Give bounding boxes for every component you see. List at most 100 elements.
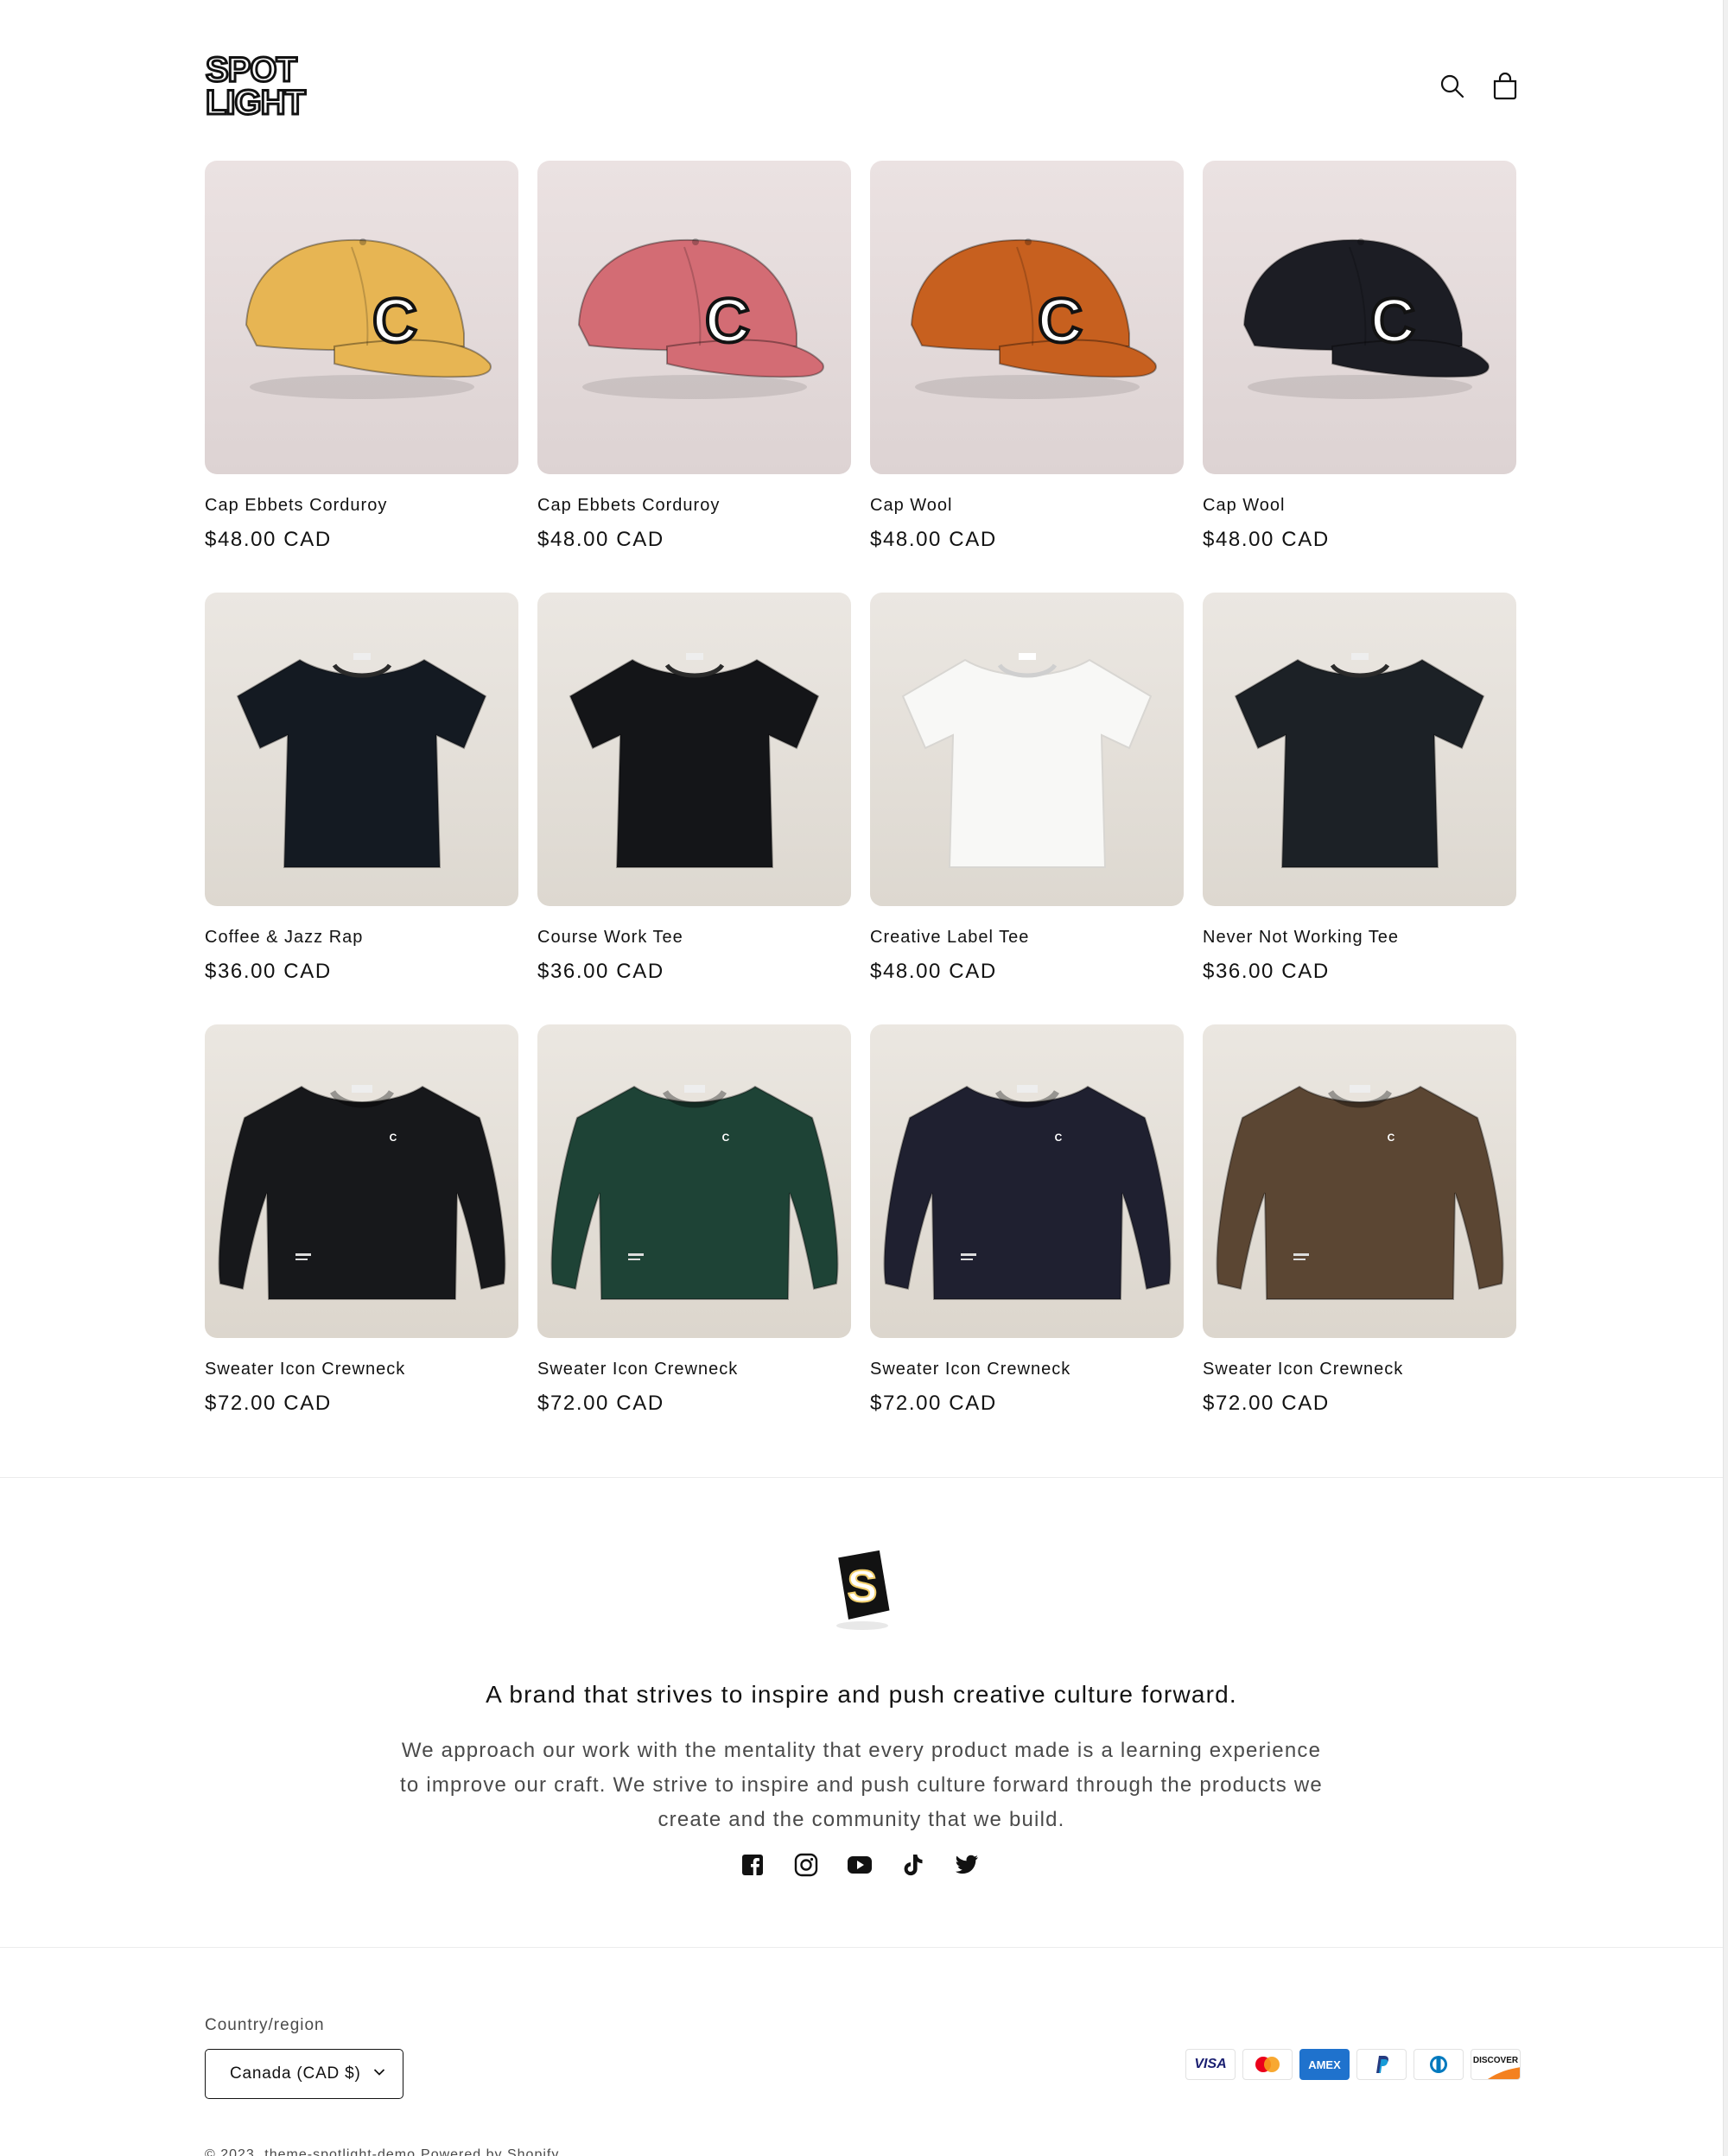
discover-icon: DISCOVER (1471, 2049, 1521, 2080)
product-illustration: C (1203, 161, 1516, 474)
product-card[interactable]: C Sweater Icon Crewneck $72.00 CAD (1203, 1024, 1516, 1456)
product-card[interactable]: C Cap Ebbets Corduroy $48.00 CAD (205, 161, 518, 593)
brand-mark-icon: S (828, 1548, 897, 1631)
twitter-icon[interactable] (950, 1848, 983, 1881)
product-image[interactable]: C (1203, 161, 1516, 474)
product-price: $36.00 CAD (537, 960, 664, 983)
svg-text:C: C (1038, 287, 1083, 356)
product-image[interactable]: C (205, 161, 518, 474)
chevron-down-icon (373, 2069, 385, 2076)
product-title[interactable]: Sweater Icon Crewneck (205, 1359, 518, 1379)
product-image[interactable]: C (870, 1024, 1184, 1338)
product-title[interactable]: Cap Wool (1203, 495, 1516, 516)
product-title[interactable]: Cap Wool (870, 495, 1184, 516)
payment-icons: VISA AMEX DISCOVER (1185, 2049, 1521, 2080)
country-label: Country/region (205, 2016, 325, 2034)
product-image[interactable] (1203, 593, 1516, 906)
brand-mark-letter: S (848, 1562, 878, 1612)
product-price: $48.00 CAD (870, 528, 997, 551)
product-card[interactable]: C Cap Wool $48.00 CAD (1203, 161, 1516, 593)
product-illustration (537, 593, 851, 906)
product-illustration (870, 593, 1184, 906)
product-price: $36.00 CAD (1203, 960, 1330, 983)
product-title[interactable]: Sweater Icon Crewneck (870, 1359, 1184, 1379)
product-grid: C Cap Ebbets Corduroy $48.00 CAD C Cap Ebbet… (205, 161, 1518, 1456)
product-card[interactable]: C Sweater Icon Crewneck $72.00 CAD (205, 1024, 518, 1456)
svg-text:C: C (372, 287, 417, 356)
product-illustration: C (870, 1024, 1184, 1338)
svg-text:LIGHT: LIGHT (206, 84, 306, 117)
product-image[interactable]: C (537, 161, 851, 474)
svg-text:C: C (1370, 287, 1415, 356)
product-price: $72.00 CAD (537, 1392, 664, 1415)
product-card[interactable]: C Cap Wool $48.00 CAD (870, 161, 1184, 593)
product-image[interactable]: C (537, 1024, 851, 1338)
instagram-icon[interactable] (790, 1848, 823, 1881)
product-illustration: C (537, 161, 851, 474)
product-price: $48.00 CAD (870, 960, 997, 983)
product-image[interactable]: C (1203, 1024, 1516, 1338)
spotlight-logo[interactable]: SPOT LIGHT (204, 52, 351, 117)
svg-text:C: C (1055, 1132, 1063, 1144)
site-header: SPOT LIGHT (0, 0, 1728, 155)
product-image[interactable] (205, 593, 518, 906)
product-title[interactable]: Sweater Icon Crewneck (537, 1359, 851, 1379)
product-price: $48.00 CAD (1203, 528, 1330, 551)
product-title[interactable]: Never Not Working Tee (1203, 927, 1516, 948)
product-illustration (205, 593, 518, 906)
product-title[interactable]: Coffee & Jazz Rap (205, 927, 518, 948)
product-title[interactable]: Sweater Icon Crewneck (1203, 1359, 1516, 1379)
brand-description: We approach our work with the mentality … (400, 1739, 1323, 1831)
facebook-icon[interactable] (736, 1848, 769, 1881)
product-image[interactable] (537, 593, 851, 906)
logo-wordmark: SPOT LIGHT (205, 52, 308, 117)
product-illustration: C (205, 1024, 518, 1338)
product-card[interactable]: Creative Label Tee $48.00 CAD (870, 593, 1184, 1024)
product-illustration: C (870, 161, 1184, 474)
svg-text:C: C (1388, 1132, 1395, 1144)
youtube-icon[interactable] (843, 1848, 876, 1881)
product-illustration: C (537, 1024, 851, 1338)
brand-heading: A brand that strives to inspire and push… (486, 1681, 1237, 1708)
product-price: $72.00 CAD (870, 1392, 997, 1415)
visa-icon: VISA (1185, 2049, 1236, 2080)
cart-icon[interactable] (1488, 69, 1522, 104)
copyright-year: © 2023, (205, 2147, 260, 2156)
svg-text:C: C (705, 287, 750, 356)
product-price: $48.00 CAD (205, 528, 332, 551)
product-card[interactable]: Course Work Tee $36.00 CAD (537, 593, 851, 1024)
product-title[interactable]: Cap Ebbets Corduroy (537, 495, 851, 516)
amex-icon: AMEX (1299, 2049, 1350, 2080)
product-price: $48.00 CAD (537, 528, 664, 551)
product-price: $36.00 CAD (205, 960, 332, 983)
search-icon[interactable] (1435, 69, 1470, 104)
mastercard-icon (1242, 2049, 1293, 2080)
product-card[interactable]: C Sweater Icon Crewneck $72.00 CAD (870, 1024, 1184, 1456)
country-selector[interactable]: Canada (CAD $) (205, 2049, 403, 2099)
page-scrollbar[interactable] (1723, 0, 1728, 2156)
product-image[interactable] (870, 593, 1184, 906)
paypal-icon (1356, 2049, 1407, 2080)
product-card[interactable]: Never Not Working Tee $36.00 CAD (1203, 593, 1516, 1024)
product-image[interactable]: C (870, 161, 1184, 474)
svg-text:C: C (722, 1132, 730, 1144)
store-name-link[interactable]: theme-spotlight-demo (264, 2147, 416, 2156)
product-title[interactable]: Creative Label Tee (870, 927, 1184, 948)
product-card[interactable]: C Cap Ebbets Corduroy $48.00 CAD (537, 161, 851, 593)
product-card[interactable]: C Sweater Icon Crewneck $72.00 CAD (537, 1024, 851, 1456)
product-title[interactable]: Course Work Tee (537, 927, 851, 948)
footer-divider (0, 1947, 1723, 1948)
tiktok-icon[interactable] (897, 1848, 930, 1881)
powered-by-link[interactable]: Powered by Shopify (421, 2147, 559, 2156)
product-price: $72.00 CAD (205, 1392, 332, 1415)
copyright: © 2023, theme-spotlight-demo Powered by Sh… (205, 2147, 564, 2156)
country-value: Canada (CAD $) (230, 2064, 361, 2083)
product-card[interactable]: Coffee & Jazz Rap $36.00 CAD (205, 593, 518, 1024)
product-title[interactable]: Cap Ebbets Corduroy (205, 495, 518, 516)
product-price: $72.00 CAD (1203, 1392, 1330, 1415)
product-image[interactable]: C (205, 1024, 518, 1338)
product-illustration: C (205, 161, 518, 474)
product-illustration: C (1203, 1024, 1516, 1338)
section-divider (0, 1477, 1723, 1478)
svg-text:C: C (390, 1132, 397, 1144)
